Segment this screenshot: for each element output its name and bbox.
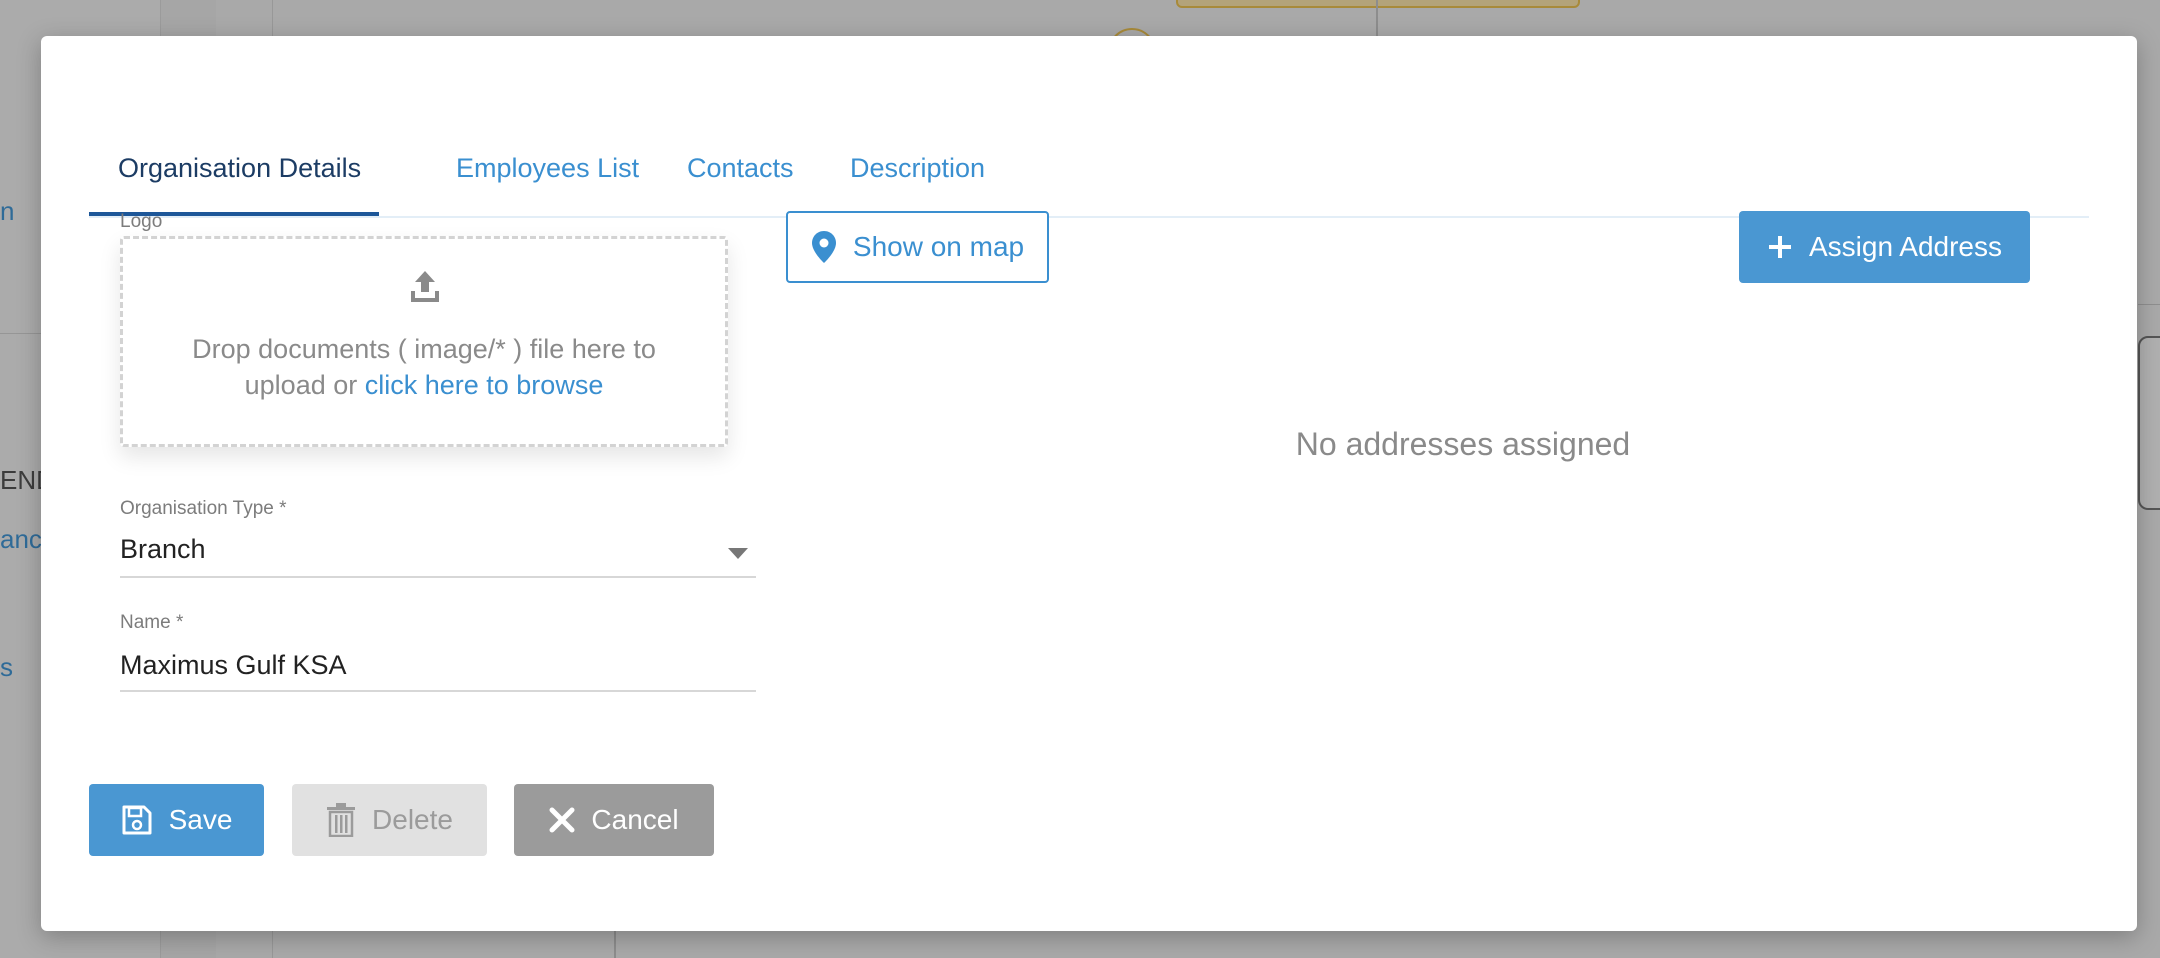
tab-organisation-details[interactable]: Organisation Details [118, 116, 361, 214]
cancel-label: Cancel [591, 804, 679, 835]
dropzone-text-line2: upload or click here to browse [123, 367, 725, 403]
assign-address-button[interactable]: Assign Address [1739, 211, 2030, 283]
save-label: Save [168, 804, 233, 835]
upload-icon [409, 269, 441, 305]
show-on-map-label: Show on map [852, 231, 1025, 262]
organisation-type-label: Organisation Type * [120, 498, 287, 519]
name-label: Name * [120, 612, 184, 633]
dropzone-text-line1: Drop documents ( image/* ) file here to [192, 334, 656, 364]
close-icon [549, 807, 575, 833]
name-field-wrapper [120, 640, 756, 692]
plus-icon [1767, 234, 1793, 260]
organisation-type-select[interactable]: Branch [120, 526, 756, 578]
delete-button: Delete [292, 784, 487, 856]
save-button[interactable]: Save [89, 784, 264, 856]
background-connector-line [614, 928, 616, 958]
background-connector-line [1376, 0, 1378, 40]
save-icon [121, 804, 153, 836]
assign-address-label: Assign Address [1809, 231, 2002, 262]
cancel-button[interactable]: Cancel [514, 784, 714, 856]
organisation-dialog: Organisation Details Employees List Cont… [41, 36, 2137, 931]
browse-link[interactable]: click here to browse [365, 370, 604, 400]
map-pin-icon [811, 230, 837, 264]
trash-icon [326, 803, 356, 837]
dropzone-text-prefix: upload or [244, 370, 365, 400]
logo-label: Logo [120, 211, 163, 232]
tab-contacts[interactable]: Contacts [687, 116, 794, 214]
organisation-type-value: Branch [120, 534, 206, 564]
background-panel [2138, 336, 2160, 510]
background-divider [2138, 304, 2160, 305]
background-text-fragment: s [0, 652, 13, 682]
delete-label: Delete [372, 804, 453, 835]
tab-description[interactable]: Description [850, 116, 985, 214]
background-pill [1176, 0, 1580, 8]
chevron-down-icon [728, 548, 748, 559]
tab-bar: Organisation Details Employees List Cont… [89, 116, 2089, 218]
background-text-fragment: n [0, 196, 15, 226]
tab-employees-list[interactable]: Employees List [456, 116, 639, 214]
empty-addresses-message: No addresses assigned [1295, 426, 1631, 462]
show-on-map-button[interactable]: Show on map [786, 211, 1049, 283]
dropzone-instructions: Drop documents ( image/* ) file here to … [123, 331, 725, 403]
logo-dropzone[interactable]: Drop documents ( image/* ) file here to … [120, 236, 728, 447]
name-input[interactable] [120, 646, 740, 684]
